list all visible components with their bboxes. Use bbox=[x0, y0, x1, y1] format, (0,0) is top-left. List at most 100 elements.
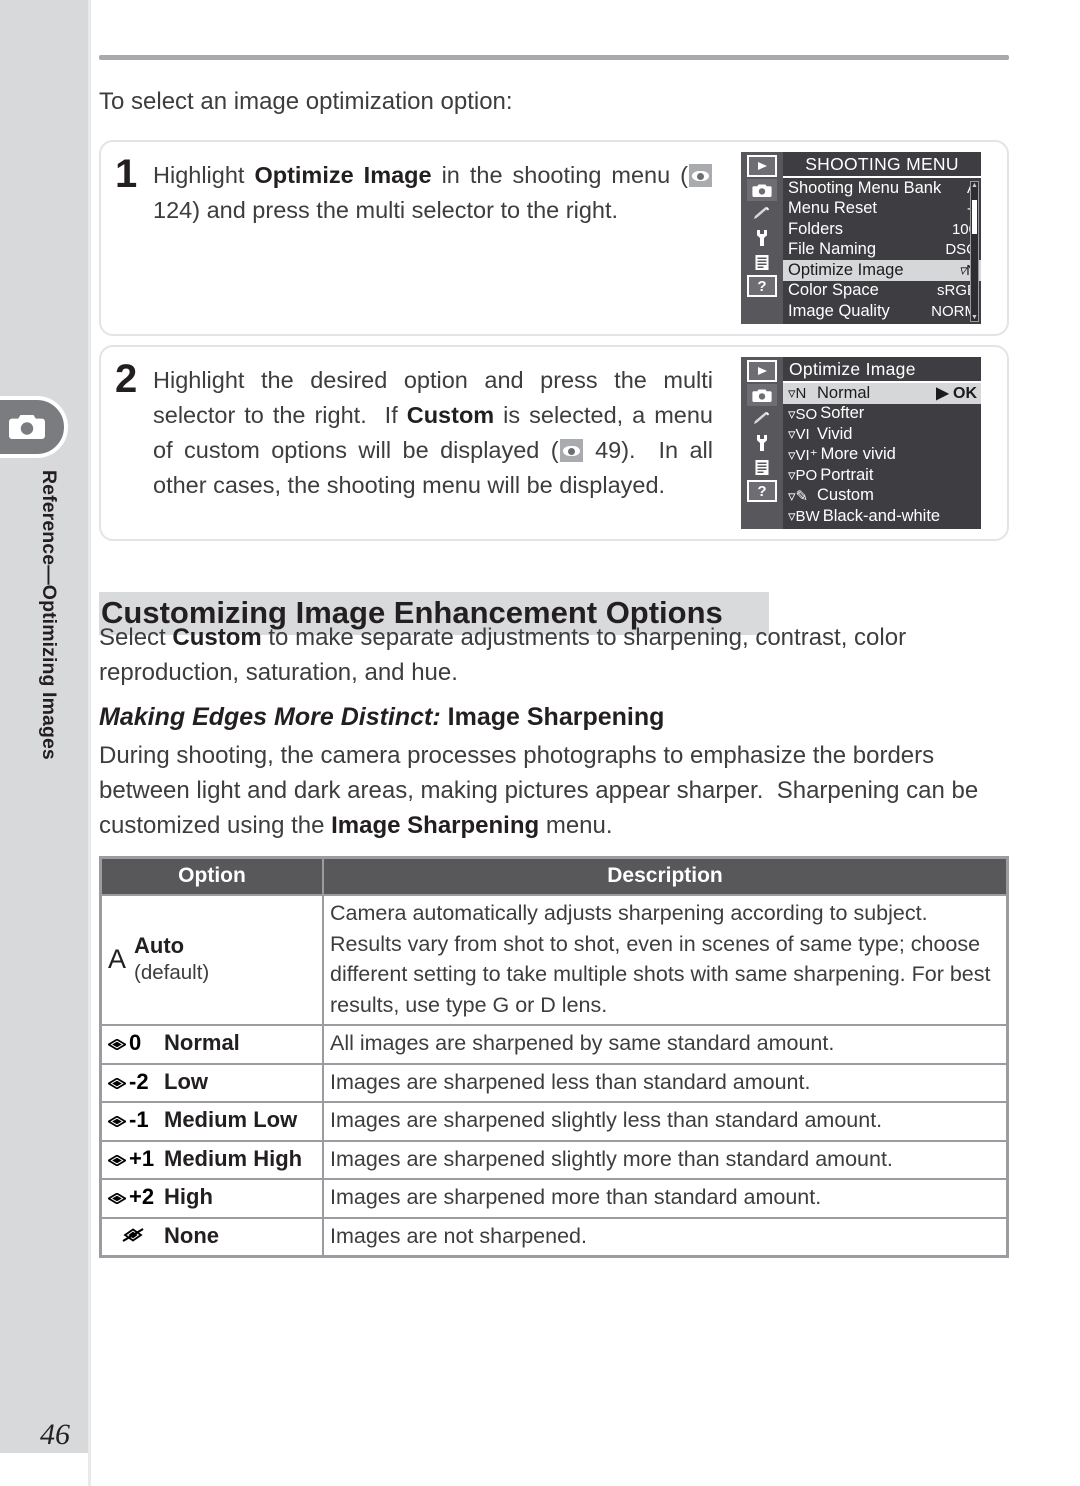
scroll-down-arrow[interactable]: ▼ bbox=[971, 314, 978, 321]
lcd-sidebar-2: ? bbox=[741, 357, 783, 529]
lcd-row-label: Custom bbox=[817, 486, 874, 505]
playback-icon bbox=[747, 155, 777, 177]
table-row: None Images are not sharpened. bbox=[101, 1217, 1007, 1256]
ok-badge[interactable]: ▶ OK bbox=[936, 383, 977, 403]
lcd-row-tag: ▿✎ bbox=[788, 487, 809, 505]
lcd-row-label: Shooting Menu Bank bbox=[788, 178, 942, 197]
lcd-sidebar-1: ? bbox=[741, 152, 783, 324]
lcd-row[interactable]: Folders 100 bbox=[783, 219, 981, 240]
table-row: 0 Normal All images are sharpened by sam… bbox=[101, 1025, 1007, 1064]
table-row: +2 High Images are sharpened more than s… bbox=[101, 1179, 1007, 1218]
chapter-tab-label: Reference—Optimizing Images bbox=[38, 470, 60, 760]
description-cell: Images are sharpened slightly less than … bbox=[323, 1102, 1007, 1141]
scroll-thumb[interactable] bbox=[972, 200, 977, 234]
camera-icon bbox=[747, 384, 777, 406]
lcd-body-1: SHOOTING MENU Shooting Menu BankA Menu R… bbox=[783, 152, 981, 324]
step-text-2: Highlight the desired option and press t… bbox=[153, 367, 713, 498]
column-header-description: Description bbox=[323, 858, 1007, 895]
lcd-row[interactable]: ▿VI⁺ More vivid bbox=[783, 445, 981, 466]
section-body-2: During shooting, the camera processes ph… bbox=[99, 742, 979, 839]
option-cell-high: +2 High bbox=[101, 1179, 323, 1218]
lcd-row-label: Menu Reset bbox=[788, 199, 877, 218]
lcd-row-label: Color Space bbox=[788, 281, 879, 300]
lcd-rows-1: Shooting Menu BankA Menu Reset-- Folders… bbox=[783, 178, 981, 322]
help-icon: ? bbox=[747, 480, 777, 502]
sub-heading-bold: Image Sharpening bbox=[447, 703, 665, 731]
lcd-row-label: More vivid bbox=[820, 445, 896, 464]
lcd-row[interactable]: Image Quality NORM bbox=[783, 301, 981, 322]
lcd-row-tag: ▿BW bbox=[788, 508, 820, 526]
sharpening-off-icon bbox=[108, 1223, 164, 1249]
lcd-row[interactable]: Menu Reset-- bbox=[783, 199, 981, 220]
sharpening-diamond-icon: +2 bbox=[108, 1184, 164, 1210]
lcd-row[interactable]: ▿PO Portrait bbox=[783, 465, 981, 486]
lcd-row-label: Black-and-white bbox=[822, 506, 941, 525]
section-body-1: Select Custom to make separate adjustmen… bbox=[99, 624, 907, 686]
lcd-scrollbar[interactable]: ▲ ▼ bbox=[970, 181, 979, 322]
camera-icon bbox=[747, 179, 777, 201]
lcd-row-label: Image Quality bbox=[788, 301, 890, 320]
intro-text: To select an image optimization option: bbox=[99, 88, 513, 115]
option-subtext: (default) bbox=[134, 961, 210, 984]
table-header-row: Option Description bbox=[101, 858, 1007, 895]
description-cell: Images are sharpened more than standard … bbox=[323, 1179, 1007, 1218]
lcd-row-tag: ▿PO bbox=[788, 467, 818, 485]
lcd-row-tag: ▿VI⁺ bbox=[788, 446, 818, 464]
option-cell-medium-high: +1 Medium High bbox=[101, 1140, 323, 1179]
lcd-row[interactable]: ▿BW Black-and-white bbox=[783, 506, 981, 527]
camera-icon bbox=[8, 413, 46, 441]
description-cell: All images are sharpened by same standar… bbox=[323, 1025, 1007, 1064]
lcd-row-tag: ▿SO bbox=[788, 405, 818, 423]
option-name: Medium High bbox=[164, 1145, 303, 1171]
pencil-icon bbox=[747, 408, 777, 430]
lcd-shooting-menu: ? SHOOTING MENU Shooting Menu BankA Menu… bbox=[737, 148, 985, 328]
bold-image-sharpening: Image Sharpening bbox=[331, 812, 540, 839]
lcd-body-2: Optimize Image ▿N Normal ▶ OK ▿SO Softer … bbox=[783, 357, 981, 529]
list-icon bbox=[747, 251, 777, 273]
page-number: 46 bbox=[40, 1418, 70, 1451]
description-cell: Camera automatically adjusts sharpening … bbox=[323, 895, 1007, 1025]
bold-custom: Custom bbox=[172, 624, 262, 651]
sub-heading: Making Edges More Distinct: Image Sharpe… bbox=[99, 700, 1017, 734]
option-cell-normal: 0 Normal bbox=[101, 1025, 323, 1064]
lcd-row-label: Folders bbox=[788, 219, 844, 238]
lcd-row[interactable]: ▿VI Vivid bbox=[783, 424, 981, 445]
lcd-row-selected[interactable]: ▿N Normal ▶ OK bbox=[783, 383, 981, 404]
lcd-row[interactable]: Color Space sRGB bbox=[783, 281, 981, 302]
option-name: Auto bbox=[134, 933, 185, 958]
lcd-row[interactable]: ▿✎ Custom bbox=[783, 486, 981, 507]
lcd-optimize-image: ? Optimize Image ▿N Normal ▶ OK ▿SO Softe… bbox=[737, 353, 985, 533]
table-row: -2 Low Images are sharpened less than st… bbox=[101, 1063, 1007, 1102]
lcd-row[interactable]: ▿SO Softer bbox=[783, 404, 981, 425]
lcd-row-label: Normal bbox=[817, 383, 871, 402]
header-divider bbox=[99, 55, 1009, 60]
table-row: -1 Medium Low Images are sharpened sligh… bbox=[101, 1102, 1007, 1141]
lcd-row[interactable]: File Naming DSC bbox=[783, 240, 981, 261]
scroll-up-arrow[interactable]: ▲ bbox=[971, 182, 978, 189]
sharpening-diamond-icon: +1 bbox=[108, 1146, 164, 1172]
option-name: Medium Low bbox=[164, 1107, 298, 1133]
table-row: A Auto (default) Camera automatically ad… bbox=[101, 895, 1007, 1025]
sharpening-diamond-icon: -2 bbox=[108, 1069, 164, 1095]
lcd-row[interactable]: Shooting Menu BankA bbox=[783, 178, 981, 199]
description-cell: Images are sharpened slightly more than … bbox=[323, 1140, 1007, 1179]
table-row: +1 Medium High Images are sharpened slig… bbox=[101, 1140, 1007, 1179]
chapter-rail-edge bbox=[88, 0, 91, 1486]
auto-symbol: A bbox=[108, 943, 127, 974]
sub-heading-italic: Making Edges More Distinct: bbox=[99, 703, 441, 731]
rail-foot bbox=[0, 1453, 88, 1486]
lcd-row-tag: ▿N bbox=[788, 385, 807, 403]
description-cell: Images are sharpened less than standard … bbox=[323, 1063, 1007, 1102]
option-cell-auto: A Auto (default) bbox=[101, 895, 323, 1025]
list-icon bbox=[747, 456, 777, 478]
lcd-row-label: Portrait bbox=[820, 465, 874, 484]
lcd-row-selected[interactable]: Optimize Image▿N bbox=[783, 260, 981, 281]
sharpening-diamond-icon: -1 bbox=[108, 1107, 164, 1133]
playback-icon bbox=[747, 360, 777, 382]
lcd-row-label: Softer bbox=[820, 404, 865, 423]
step-number-1: 1 bbox=[115, 152, 138, 196]
sharpening-options-table: Option Description A Auto (default) Came… bbox=[99, 856, 1009, 1258]
lcd-row-label: Optimize Image bbox=[788, 260, 904, 279]
lcd-rows-2: ▿N Normal ▶ OK ▿SO Softer ▿VI Vivid ▿VI⁺ Mo… bbox=[783, 383, 981, 527]
option-cell-low: -2 Low bbox=[101, 1063, 323, 1102]
